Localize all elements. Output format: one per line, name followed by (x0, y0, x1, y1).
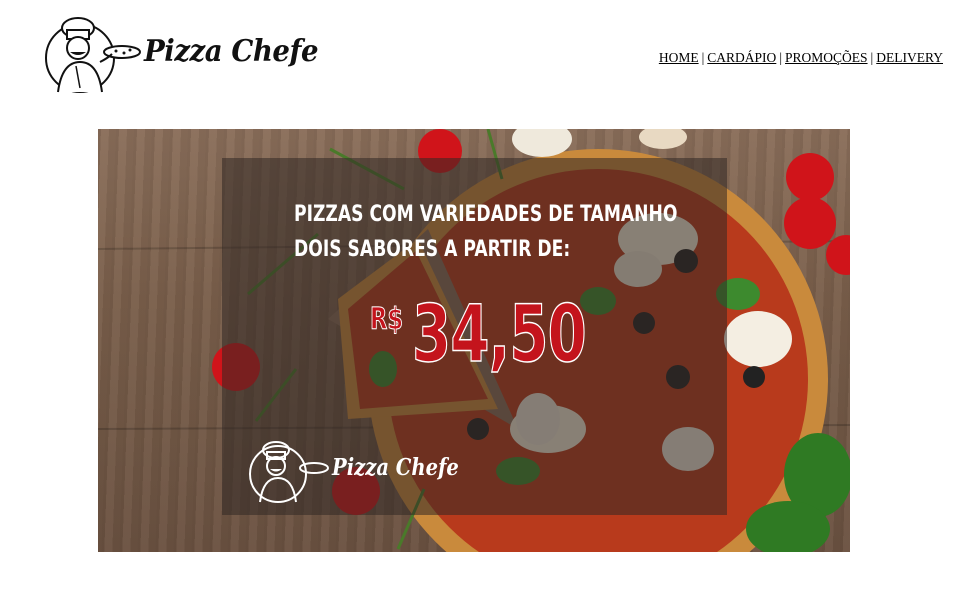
main-nav: HOME | CARDÁPIO | PROMOÇÕES | DELIVERY (659, 50, 943, 66)
chef-logo-icon (249, 441, 329, 503)
price-value: 34,50 (411, 289, 587, 381)
nav-separator: | (701, 50, 705, 65)
nav-delivery-link[interactable]: DELIVERY (876, 50, 943, 65)
banner-logo-text: Pizza Chefe (332, 454, 459, 481)
site-logo[interactable]: Pizza Chefe (42, 14, 319, 100)
promo-banner[interactable]: PIZZAS COM VARIEDADES DE TAMANHO DOIS SA… (98, 129, 850, 552)
chef-logo-icon (45, 17, 141, 93)
banner-logo: Pizza Chefe (246, 438, 459, 508)
logo-text: Pizza Chefe (144, 34, 319, 69)
nav-cardapio-link[interactable]: CARDÁPIO (707, 50, 776, 65)
promo-headline-line1: PIZZAS COM VARIEDADES DE TAMANHO (294, 202, 678, 227)
nav-promocoes-link[interactable]: PROMOÇÕES (785, 50, 868, 65)
nav-separator: | (870, 50, 874, 65)
nav-home-link[interactable]: HOME (659, 50, 699, 65)
price-currency: R$ (370, 302, 404, 338)
promo-headline-line2: DOIS SABORES A PARTIR DE: (294, 237, 571, 262)
nav-separator: | (779, 50, 783, 65)
promo-overlay: PIZZAS COM VARIEDADES DE TAMANHO DOIS SA… (222, 158, 727, 515)
